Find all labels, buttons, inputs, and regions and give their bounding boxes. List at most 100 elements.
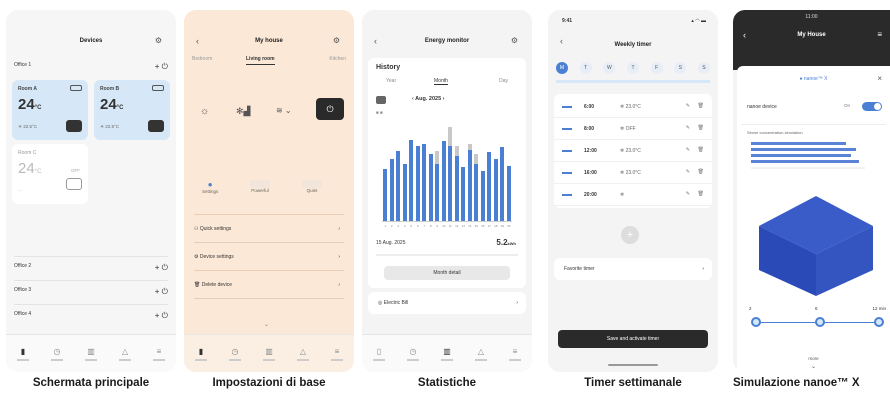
timer-slot-row[interactable]: 8:00 ❄ OFF ✎ 🗑	[554, 118, 712, 140]
settings-icon[interactable]: ⚙	[155, 36, 162, 45]
energy-bar[interactable]	[415, 146, 420, 221]
day-chip[interactable]: M	[556, 62, 568, 74]
fan-speed-icon[interactable]: ✻▟	[236, 106, 250, 117]
energy-tab-icon[interactable]: ▥	[438, 347, 456, 361]
chevron-down-icon[interactable]: ⌄	[737, 363, 890, 370]
power-button[interactable]	[66, 120, 82, 132]
energy-bar[interactable]	[383, 168, 388, 221]
energy-tab-icon[interactable]: ▥	[260, 347, 278, 361]
energy-bar[interactable]	[402, 163, 407, 221]
room-c-card[interactable]: Room C 24°C -- OFF	[12, 144, 88, 204]
energy-bar[interactable]	[428, 153, 433, 221]
day-chip[interactable]: S	[697, 62, 710, 74]
add-power-icons[interactable]: + ⏻	[155, 287, 168, 297]
tab-year[interactable]: Year	[386, 78, 396, 84]
energy-bar[interactable]	[461, 167, 466, 221]
energy-bar[interactable]	[435, 163, 440, 221]
edit-icon[interactable]: ✎	[686, 103, 690, 109]
save-timer-button[interactable]: Save and activate timer	[558, 330, 708, 348]
electric-bill-row[interactable]: ◎ Electric Bill ›	[368, 292, 526, 314]
trash-icon[interactable]: 🗑	[698, 191, 704, 197]
sun-icon[interactable]: ☼	[200, 106, 209, 117]
nanoe-toggle[interactable]	[862, 102, 882, 111]
period-selector[interactable]: ‹ Aug. 2025 ›	[412, 96, 445, 102]
mode-powerful[interactable]: Powerful	[250, 180, 270, 193]
energy-bar[interactable]	[396, 151, 401, 221]
add-power-icons[interactable]: + ⏻	[155, 263, 168, 273]
energy-bar[interactable]	[454, 156, 459, 221]
chart-toggle[interactable]	[376, 96, 386, 104]
month-detail-button[interactable]: Month detail	[384, 266, 510, 280]
home-tab-icon[interactable]: ▯	[370, 347, 388, 361]
power-button[interactable]	[148, 120, 164, 132]
energy-bar[interactable]	[500, 147, 505, 221]
menu-quick-settings[interactable]: ⚇ Quick settings ›	[194, 215, 344, 243]
energy-bar[interactable]	[409, 139, 414, 221]
mode-quiet[interactable]: Quiet	[302, 180, 322, 193]
tab-living-room[interactable]: Living room	[246, 56, 275, 65]
energy-bar[interactable]	[506, 166, 511, 221]
notifications-tab-icon[interactable]: △	[116, 347, 134, 361]
timer-slot-row[interactable]: 16:00 ❄ 23.0°C ✎ 🗑	[554, 162, 712, 184]
tab-month[interactable]: Month	[434, 78, 448, 85]
settings-icon[interactable]: ⚙	[333, 36, 340, 45]
schedule-tab-icon[interactable]: ◷	[404, 347, 422, 361]
room-a-card[interactable]: Room A 24°C ☀ 22.5°C	[12, 80, 88, 140]
schedule-tab-icon[interactable]: ◷	[226, 347, 244, 361]
slider-step-1[interactable]	[751, 317, 761, 327]
energy-bar[interactable]	[448, 146, 453, 221]
energy-bar[interactable]	[474, 163, 479, 221]
energy-bar[interactable]	[467, 149, 472, 221]
edit-icon[interactable]: ✎	[686, 125, 690, 131]
energy-bar[interactable]	[480, 171, 485, 221]
menu-tab-icon[interactable]: ≡	[328, 347, 346, 361]
tab-bedroom[interactable]: Bedroom	[192, 56, 212, 62]
mode-settings[interactable]: ● Settings	[202, 180, 218, 194]
power-button[interactable]: ⏻	[316, 98, 344, 120]
office-4-row[interactable]: Office 4 + ⏻	[14, 304, 168, 320]
trash-icon[interactable]: 🗑	[698, 103, 704, 109]
notifications-tab-icon[interactable]: △	[472, 347, 490, 361]
office-2-row[interactable]: Office 2 + ⏻	[14, 256, 168, 272]
add-power-icons[interactable]: + ⏻	[155, 62, 168, 72]
menu-tab-icon[interactable]: ≡	[150, 347, 168, 361]
timer-slot-row[interactable]: 6:00 ❄ 23.0°C ✎ 🗑	[554, 96, 712, 118]
menu-device-settings[interactable]: ⚙ Device settings ›	[194, 243, 344, 271]
tab-day[interactable]: Day	[499, 78, 508, 84]
edit-icon[interactable]: ✎	[686, 147, 690, 153]
office-1-row[interactable]: Office 1 + ⏻	[14, 62, 168, 71]
office-3-row[interactable]: Office 3 + ⏻	[14, 280, 168, 296]
trash-icon[interactable]: 🗑	[698, 169, 704, 175]
timer-slot-row[interactable]: 20:00 ❄ ✎ 🗑	[554, 184, 712, 206]
schedule-tab-icon[interactable]: ◷	[48, 347, 66, 361]
energy-bar[interactable]	[441, 141, 446, 221]
settings-icon[interactable]: ⚙	[511, 36, 518, 45]
edit-icon[interactable]: ✎	[686, 191, 690, 197]
home-tab-icon[interactable]: ▮	[192, 347, 210, 361]
timer-slot-row[interactable]: 12:00 ❄ 23.0°C ✎ 🗑	[554, 140, 712, 162]
slider-step-2[interactable]	[815, 317, 825, 327]
home-tab-icon[interactable]: ▮	[14, 347, 32, 361]
trash-icon[interactable]: 🗑	[698, 125, 704, 131]
menu-tab-icon[interactable]: ≡	[506, 347, 524, 361]
close-icon[interactable]: ×	[877, 74, 882, 83]
day-chip[interactable]: W	[603, 62, 616, 74]
menu-delete-device[interactable]: 🗑 Delete device ›	[194, 271, 344, 299]
favorite-timer-row[interactable]: Favorite timer ›	[554, 258, 712, 280]
energy-bar[interactable]	[389, 158, 394, 221]
day-chip[interactable]: S	[674, 62, 687, 74]
tab-kitchen[interactable]: Kitchen	[329, 56, 346, 62]
menu-icon[interactable]: ≡	[877, 30, 882, 39]
day-chip[interactable]: T	[626, 62, 639, 74]
energy-bar[interactable]	[493, 158, 498, 221]
day-chip[interactable]: T	[579, 62, 592, 74]
more-link[interactable]: more	[737, 356, 890, 361]
edit-icon[interactable]: ✎	[686, 169, 690, 175]
power-button[interactable]	[66, 178, 82, 190]
add-power-icons[interactable]: + ⏻	[155, 311, 168, 321]
airflow-icon[interactable]: ≋ ⌄	[276, 106, 292, 115]
trash-icon[interactable]: 🗑	[698, 147, 704, 153]
add-slot-button[interactable]: +	[621, 226, 639, 244]
energy-tab-icon[interactable]: ▥	[82, 347, 100, 361]
energy-bar[interactable]	[422, 143, 427, 221]
